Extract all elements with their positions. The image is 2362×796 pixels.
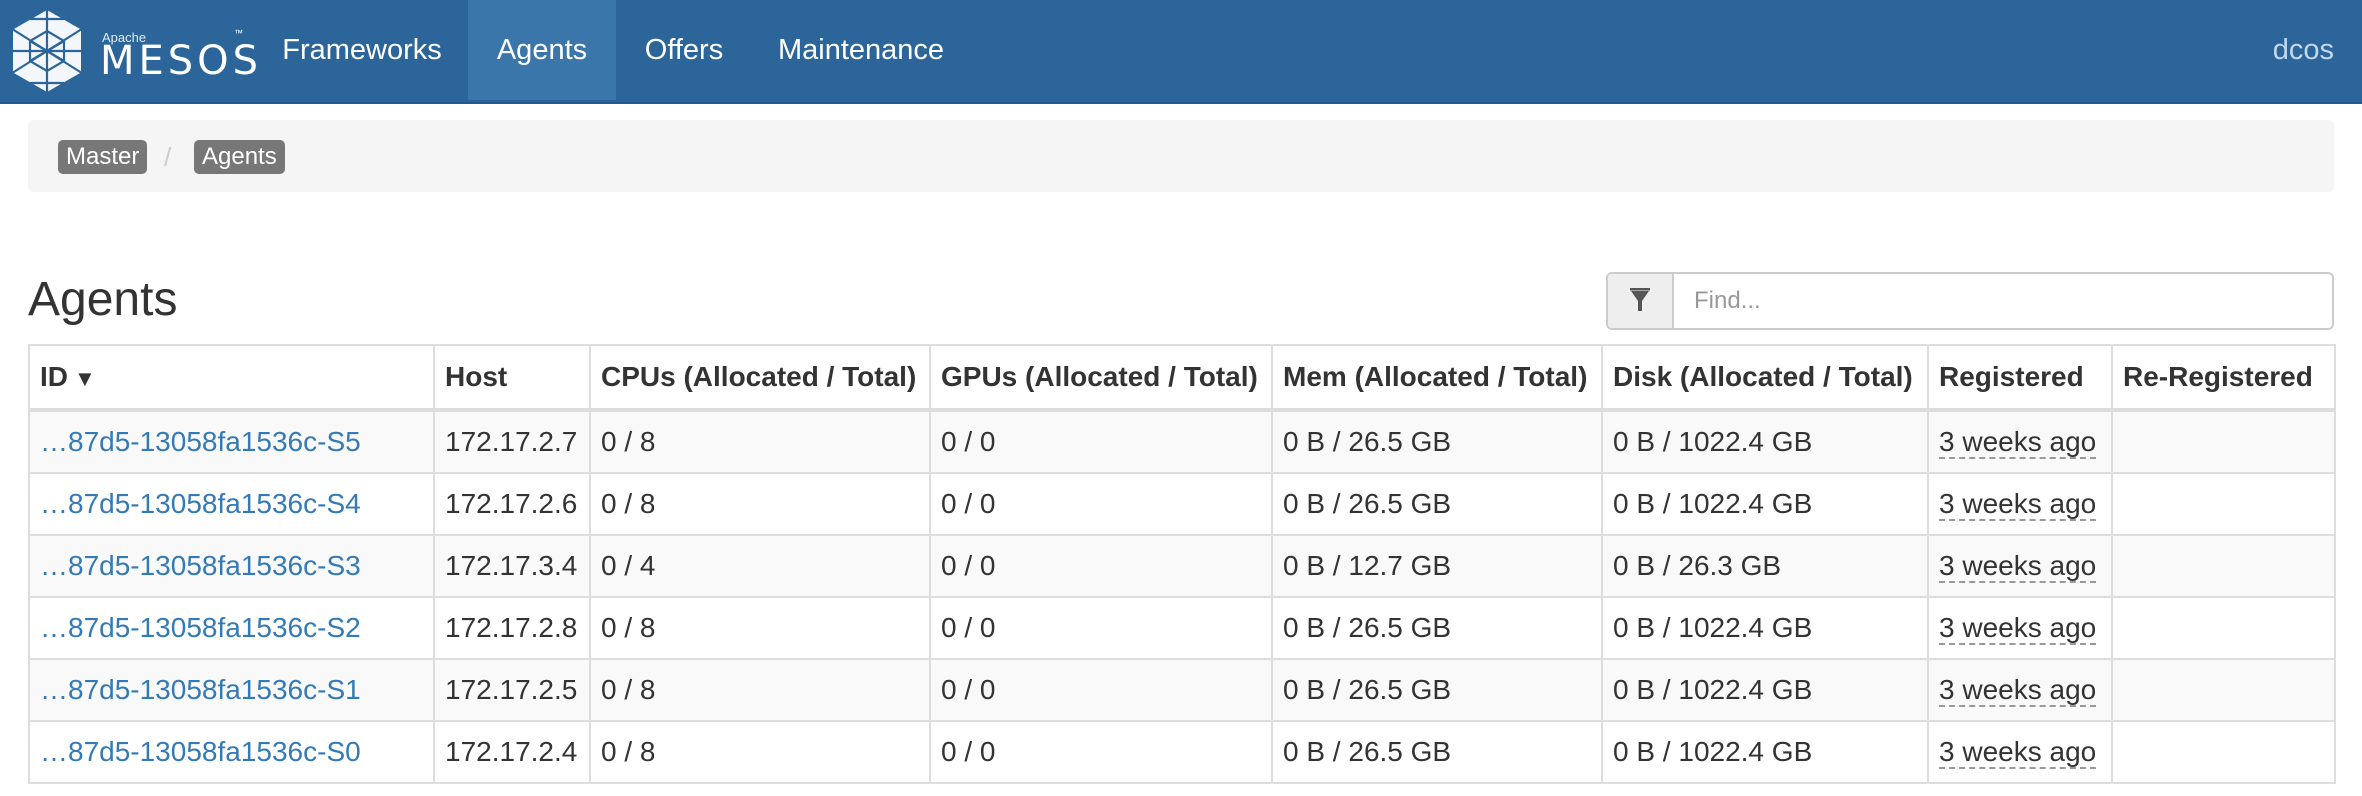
registered-time[interactable]: 3 weeks ago xyxy=(1939,488,2097,521)
column-header-reregistered[interactable]: Re-Registered xyxy=(2111,344,2336,412)
cell-disk: 0 B / 1022.4 GB xyxy=(1601,409,1929,474)
cell-reregistered xyxy=(2111,472,2336,536)
cell-mem: 0 B / 26.5 GB xyxy=(1271,409,1603,474)
registered-time[interactable]: 3 weeks ago xyxy=(1939,426,2097,459)
cell-id: …87d5-13058fa1536c-S4 xyxy=(28,472,435,536)
filter-button[interactable] xyxy=(1608,274,1674,328)
cell-mem: 0 B / 26.5 GB xyxy=(1271,596,1603,660)
column-header-id[interactable]: ID ▼ xyxy=(28,344,435,412)
cell-registered: 3 weeks ago xyxy=(1927,534,2113,598)
cell-mem: 0 B / 26.5 GB xyxy=(1271,472,1603,536)
column-header-registered[interactable]: Registered xyxy=(1927,344,2113,412)
cell-id: …87d5-13058fa1536c-S1 xyxy=(28,658,435,722)
cell-disk: 0 B / 26.3 GB xyxy=(1601,534,1929,598)
filter-icon xyxy=(1630,288,1650,311)
cell-mem: 0 B / 12.7 GB xyxy=(1271,534,1603,598)
cell-cpus: 0 / 8 xyxy=(589,658,931,722)
registered-time[interactable]: 3 weeks ago xyxy=(1939,736,2097,769)
search-box xyxy=(1606,272,2334,330)
cell-host: 172.17.2.4 xyxy=(433,720,591,784)
nav-offers[interactable]: Offers xyxy=(622,0,746,100)
cell-gpus: 0 / 0 xyxy=(929,720,1273,784)
agent-id-link[interactable]: …87d5-13058fa1536c-S2 xyxy=(40,612,361,643)
column-header-cpus[interactable]: CPUs (Allocated / Total) xyxy=(589,344,931,412)
cell-cpus: 0 / 8 xyxy=(589,409,931,474)
agent-id-link[interactable]: …87d5-13058fa1536c-S5 xyxy=(40,426,361,457)
agent-id-link[interactable]: …87d5-13058fa1536c-S4 xyxy=(40,488,361,519)
cell-registered: 3 weeks ago xyxy=(1927,720,2113,784)
table-row: …87d5-13058fa1536c-S0 172.17.2.4 0 / 8 0… xyxy=(28,720,2336,784)
cell-cpus: 0 / 8 xyxy=(589,720,931,784)
cell-disk: 0 B / 1022.4 GB xyxy=(1601,720,1929,784)
page-title: Agents xyxy=(28,273,178,326)
column-header-mem[interactable]: Mem (Allocated / Total) xyxy=(1271,344,1603,412)
registered-time[interactable]: 3 weeks ago xyxy=(1939,612,2097,645)
breadcrumb-separator: / xyxy=(164,142,172,172)
mesos-logo-icon xyxy=(12,10,82,92)
cell-registered: 3 weeks ago xyxy=(1927,658,2113,722)
cell-reregistered xyxy=(2111,409,2336,474)
table-header-row: ID ▼ Host CPUs (Allocated / Total) GPUs (… xyxy=(28,344,2336,412)
breadcrumb-master[interactable]: Master xyxy=(58,140,148,174)
breadcrumb-agents[interactable]: Agents xyxy=(194,140,285,174)
cell-cpus: 0 / 8 xyxy=(589,596,931,660)
cell-reregistered xyxy=(2111,720,2336,784)
table-row: …87d5-13058fa1536c-S2 172.17.2.8 0 / 8 0… xyxy=(28,596,2336,660)
nav-maintenance[interactable]: Maintenance xyxy=(762,0,960,100)
table-row: …87d5-13058fa1536c-S4 172.17.2.6 0 / 8 0… xyxy=(28,472,2336,536)
agent-id-link[interactable]: …87d5-13058fa1536c-S3 xyxy=(40,550,361,581)
cell-gpus: 0 / 0 xyxy=(929,409,1273,474)
logo-trademark: ™ xyxy=(234,28,243,38)
cell-disk: 0 B / 1022.4 GB xyxy=(1601,472,1929,536)
table-row: …87d5-13058fa1536c-S3 172.17.3.4 0 / 4 0… xyxy=(28,534,2336,598)
table-row: …87d5-13058fa1536c-S1 172.17.2.5 0 / 8 0… xyxy=(28,658,2336,722)
cell-id: …87d5-13058fa1536c-S5 xyxy=(28,409,435,474)
cell-cpus: 0 / 8 xyxy=(589,472,931,536)
cell-reregistered xyxy=(2111,534,2336,598)
sort-descending-icon: ▼ xyxy=(74,366,96,391)
column-header-gpus[interactable]: GPUs (Allocated / Total) xyxy=(929,344,1273,412)
cell-gpus: 0 / 0 xyxy=(929,658,1273,722)
agent-id-link[interactable]: …87d5-13058fa1536c-S0 xyxy=(40,736,361,767)
cell-host: 172.17.3.4 xyxy=(433,534,591,598)
column-header-host[interactable]: Host xyxy=(433,344,591,412)
column-header-label: ID xyxy=(40,361,68,392)
cell-disk: 0 B / 1022.4 GB xyxy=(1601,596,1929,660)
cell-gpus: 0 / 0 xyxy=(929,534,1273,598)
logo-wordmark: MESOS xyxy=(100,38,263,84)
cell-mem: 0 B / 26.5 GB xyxy=(1271,658,1603,722)
cell-host: 172.17.2.6 xyxy=(433,472,591,536)
cell-gpus: 0 / 0 xyxy=(929,596,1273,660)
cell-reregistered xyxy=(2111,596,2336,660)
cell-reregistered xyxy=(2111,658,2336,722)
breadcrumb: Master / Agents xyxy=(28,120,2334,192)
nav-frameworks[interactable]: Frameworks xyxy=(262,0,462,100)
cell-registered: 3 weeks ago xyxy=(1927,472,2113,536)
agents-table: ID ▼ Host CPUs (Allocated / Total) GPUs (… xyxy=(28,344,2336,784)
cell-id: …87d5-13058fa1536c-S2 xyxy=(28,596,435,660)
nav-agents[interactable]: Agents xyxy=(468,0,616,100)
agent-id-link[interactable]: …87d5-13058fa1536c-S1 xyxy=(40,674,361,705)
registered-time[interactable]: 3 weeks ago xyxy=(1939,550,2097,583)
search-input[interactable] xyxy=(1674,274,2328,328)
cell-registered: 3 weeks ago xyxy=(1927,409,2113,474)
registered-time[interactable]: 3 weeks ago xyxy=(1939,674,2097,707)
cell-gpus: 0 / 0 xyxy=(929,472,1273,536)
cell-registered: 3 weeks ago xyxy=(1927,596,2113,660)
cell-host: 172.17.2.8 xyxy=(433,596,591,660)
cell-mem: 0 B / 26.5 GB xyxy=(1271,720,1603,784)
cell-host: 172.17.2.7 xyxy=(433,409,591,474)
cell-cpus: 0 / 4 xyxy=(589,534,931,598)
nav-user-menu[interactable]: dcos xyxy=(2273,0,2334,100)
table-row: …87d5-13058fa1536c-S5 172.17.2.7 0 / 8 0… xyxy=(28,409,2336,474)
top-navbar: Apache MESOS ™ Frameworks Agents Offers … xyxy=(0,0,2362,104)
cell-id: …87d5-13058fa1536c-S0 xyxy=(28,720,435,784)
column-header-disk[interactable]: Disk (Allocated / Total) xyxy=(1601,344,1929,412)
cell-disk: 0 B / 1022.4 GB xyxy=(1601,658,1929,722)
cell-id: …87d5-13058fa1536c-S3 xyxy=(28,534,435,598)
cell-host: 172.17.2.5 xyxy=(433,658,591,722)
mesos-logo[interactable]: Apache MESOS ™ xyxy=(10,8,258,94)
